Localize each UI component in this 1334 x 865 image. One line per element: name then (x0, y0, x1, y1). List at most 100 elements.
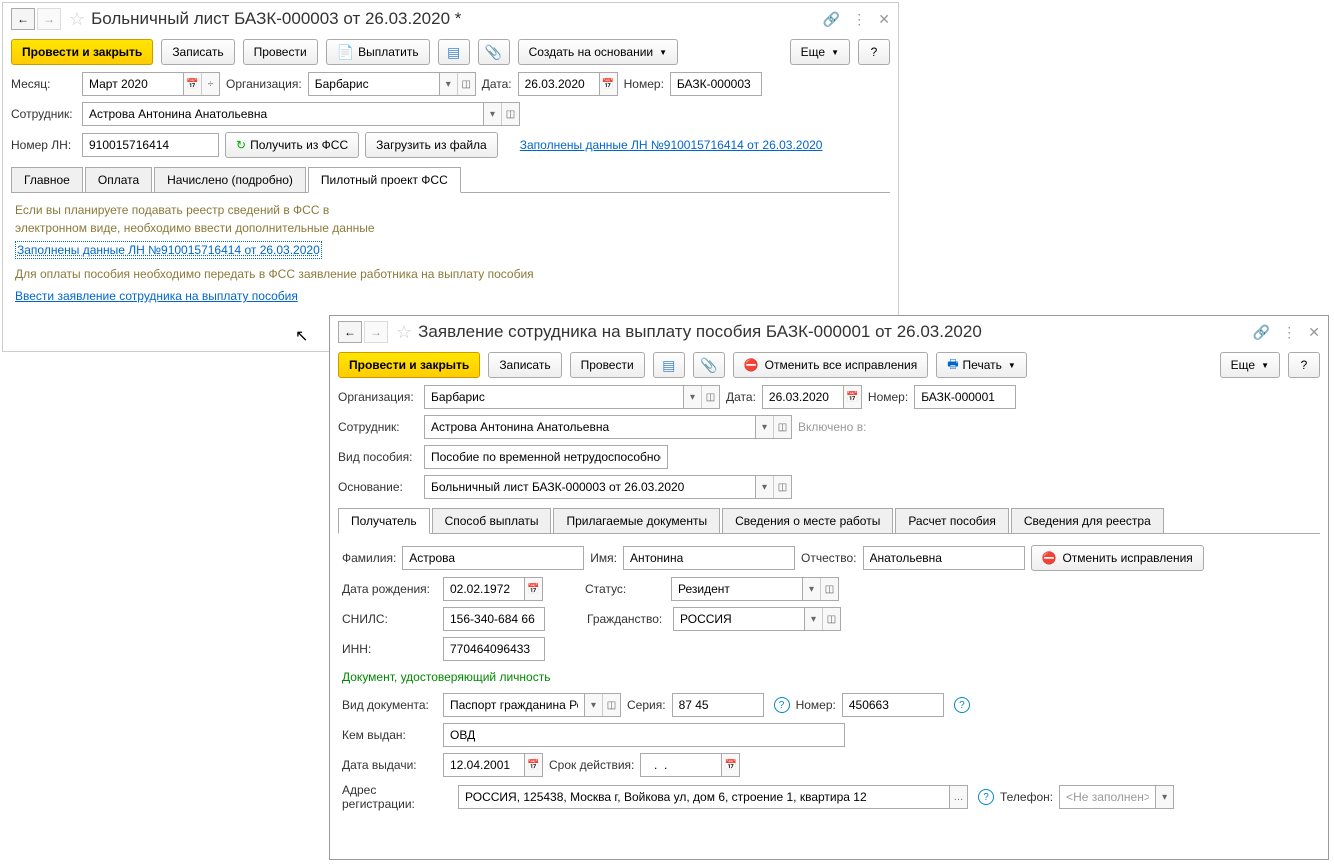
link-icon[interactable]: 🔗 (823, 11, 840, 28)
nav-back-button[interactable]: ← (11, 8, 35, 30)
calendar-icon[interactable]: 📅 (524, 578, 542, 600)
star-icon[interactable]: ☆ (396, 322, 412, 343)
citizenship-field[interactable]: ▾◫ (673, 607, 841, 631)
doctype-field[interactable]: ▾◫ (443, 693, 621, 717)
open-icon[interactable]: ◫ (773, 476, 791, 498)
calendar-icon[interactable]: 📅 (183, 73, 201, 95)
star-icon[interactable]: ☆ (69, 9, 85, 30)
employee-field[interactable]: ▾◫ (424, 415, 792, 439)
post-close-button[interactable]: Провести и закрыть (338, 352, 480, 378)
snils-field[interactable] (443, 607, 545, 631)
open-icon[interactable]: ◫ (773, 416, 791, 438)
attach-button[interactable]: 📎 (693, 352, 725, 378)
close-icon[interactable]: ✕ (878, 11, 890, 28)
dropdown-icon[interactable]: ▾ (483, 103, 501, 125)
address-field[interactable]: … (458, 785, 968, 809)
tab-pilot-fss[interactable]: Пилотный проект ФСС (308, 167, 461, 193)
number-field[interactable] (670, 72, 762, 96)
post-button[interactable]: Провести (243, 39, 318, 65)
menu-icon[interactable]: ⋮ (1282, 324, 1296, 341)
cancel-all-button[interactable]: ⛔Отменить все исправления (733, 352, 929, 378)
dropdown-icon[interactable]: ▾ (683, 386, 701, 408)
phone-field[interactable]: ▾ (1059, 785, 1174, 809)
calendar-icon[interactable]: 📅 (721, 754, 739, 776)
open-icon[interactable]: ◫ (457, 73, 475, 95)
ellipsis-icon[interactable]: … (949, 786, 967, 808)
list-button[interactable]: ▤ (438, 39, 470, 65)
birthdate-field[interactable]: 📅 (443, 577, 543, 601)
dropdown-icon[interactable]: ▾ (804, 608, 822, 630)
benefit-type-field[interactable] (424, 445, 668, 469)
post-button[interactable]: Провести (570, 352, 645, 378)
dropdown-icon[interactable]: ▾ (584, 694, 602, 716)
link-filled-ln[interactable]: Заполнены данные ЛН №910015716414 от 26.… (15, 241, 322, 259)
issued-by-field[interactable] (443, 723, 845, 747)
open-icon[interactable]: ◫ (701, 386, 719, 408)
org-field[interactable]: ▾◫ (424, 385, 720, 409)
create-from-button[interactable]: Создать на основании▼ (518, 39, 678, 65)
link-icon[interactable]: 🔗 (1253, 324, 1270, 341)
get-fss-button[interactable]: ↻Получить из ФСС (225, 132, 359, 158)
number-field[interactable] (914, 385, 1016, 409)
valid-until-field[interactable]: 📅 (640, 753, 740, 777)
help-button[interactable]: ? (1288, 352, 1320, 378)
calendar-icon[interactable]: 📅 (599, 73, 617, 95)
basis-field[interactable]: ▾◫ (424, 475, 792, 499)
lastname-field[interactable] (402, 546, 584, 570)
more-button[interactable]: Еще▼ (1220, 352, 1280, 378)
status-field[interactable]: ▾◫ (671, 577, 839, 601)
open-icon[interactable]: ◫ (602, 694, 620, 716)
dropdown-icon[interactable]: ▾ (802, 578, 820, 600)
inn-field[interactable] (443, 637, 545, 661)
cancel-fix-button[interactable]: ⛔Отменить исправления (1031, 545, 1204, 571)
tab-accrued[interactable]: Начислено (подробно) (154, 167, 306, 192)
write-button[interactable]: Записать (161, 39, 234, 65)
docnum-field[interactable] (842, 693, 944, 717)
tab-attachments[interactable]: Прилагаемые документы (553, 508, 720, 533)
calendar-icon[interactable]: 📅 (524, 754, 542, 776)
list-button[interactable]: ▤ (653, 352, 685, 378)
tab-recipient[interactable]: Получатель (338, 508, 430, 534)
write-button[interactable]: Записать (488, 352, 561, 378)
date-field[interactable]: 📅 (762, 385, 862, 409)
dropdown-icon[interactable]: ▾ (439, 73, 457, 95)
stepper-icon[interactable]: ÷ (201, 73, 219, 95)
employee-field[interactable]: ▾◫ (82, 102, 520, 126)
tab-registry[interactable]: Сведения для реестра (1011, 508, 1164, 533)
tab-payment[interactable]: Оплата (85, 167, 152, 192)
print-button[interactable]: 🖶Печать▼ (936, 352, 1027, 378)
post-close-button[interactable]: Провести и закрыть (11, 39, 153, 65)
dropdown-icon[interactable]: ▾ (1155, 786, 1173, 808)
open-icon[interactable]: ◫ (820, 578, 838, 600)
menu-icon[interactable]: ⋮ (852, 11, 866, 28)
link-create-app[interactable]: Ввести заявление сотрудника на выплату п… (15, 289, 298, 303)
org-field[interactable]: ▾◫ (308, 72, 476, 96)
nav-back-button[interactable]: ← (338, 321, 362, 343)
close-icon[interactable]: ✕ (1308, 324, 1320, 341)
help-icon[interactable]: ? (978, 789, 994, 805)
ln-field[interactable] (82, 133, 219, 157)
patronymic-field[interactable] (863, 546, 1025, 570)
month-field[interactable]: 📅÷ (82, 72, 220, 96)
tab-calculation[interactable]: Расчет пособия (895, 508, 1009, 533)
open-icon[interactable]: ◫ (822, 608, 840, 630)
more-button[interactable]: Еще▼ (790, 39, 850, 65)
help-button[interactable]: ? (858, 39, 890, 65)
issue-date-field[interactable]: 📅 (443, 753, 543, 777)
calendar-icon[interactable]: 📅 (843, 386, 861, 408)
tab-payment-method[interactable]: Способ выплаты (432, 508, 552, 533)
load-file-button[interactable]: Загрузить из файла (365, 132, 498, 158)
nav-forward-button[interactable]: → (364, 321, 388, 343)
help-icon[interactable]: ? (774, 697, 790, 713)
ln-data-link[interactable]: Заполнены данные ЛН №910015716414 от 26.… (520, 138, 823, 152)
dropdown-icon[interactable]: ▾ (755, 416, 773, 438)
attach-button[interactable]: 📎 (478, 39, 510, 65)
tab-workplace[interactable]: Сведения о месте работы (722, 508, 893, 533)
series-field[interactable] (672, 693, 764, 717)
open-icon[interactable]: ◫ (501, 103, 519, 125)
pay-button[interactable]: 📄Выплатить (326, 39, 430, 65)
tab-main[interactable]: Главное (11, 167, 83, 192)
dropdown-icon[interactable]: ▾ (755, 476, 773, 498)
firstname-field[interactable] (623, 546, 795, 570)
help-icon[interactable]: ? (954, 697, 970, 713)
